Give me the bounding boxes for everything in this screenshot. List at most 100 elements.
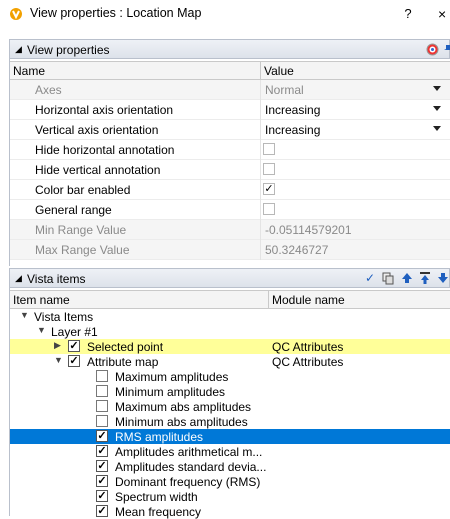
- property-row[interactable]: Horizontal axis orientation Increasing: [10, 100, 450, 120]
- tree-item[interactable]: ✓ Mean frequency: [10, 504, 450, 519]
- expand-right-icon[interactable]: ▶: [54, 340, 61, 351]
- property-label: Hide vertical annotation: [35, 163, 161, 177]
- tree-item[interactable]: Maximum abs amplitudes: [10, 399, 450, 414]
- tree-checkbox[interactable]: ✓: [96, 430, 108, 442]
- property-row: Axes Normal: [10, 80, 450, 100]
- property-dropdown-value: Normal: [265, 83, 304, 97]
- tree-item-label: Amplitudes standard devia...: [115, 460, 267, 474]
- tree-item[interactable]: Minimum abs amplitudes: [10, 414, 450, 429]
- dropdown-arrow-icon[interactable]: [433, 106, 441, 111]
- property-label: Min Range Value: [35, 223, 127, 237]
- tree-item-label: Layer #1: [51, 325, 98, 339]
- tree-item-label: Maximum abs amplitudes: [115, 400, 252, 414]
- property-row[interactable]: Color bar enabled ✓: [10, 180, 450, 200]
- window-title: View properties : Location Map: [30, 6, 202, 20]
- move-to-top-icon[interactable]: [418, 271, 432, 285]
- tree-item-label: Amplitudes arithmetical m...: [115, 445, 263, 459]
- tree-checkbox[interactable]: [96, 385, 108, 397]
- tree-item[interactable]: ▼ Vista Items: [10, 309, 450, 324]
- property-checkbox[interactable]: ✓: [263, 183, 275, 195]
- tree-item[interactable]: ▼ ✓ Attribute map QC Attributes: [10, 354, 450, 369]
- column-value: Value: [264, 64, 294, 78]
- tree-item-label: Dominant frequency (RMS): [115, 475, 261, 489]
- tree-item-label: Mean frequency: [115, 505, 202, 519]
- tree-checkbox[interactable]: ✓: [96, 445, 108, 457]
- expand-down-icon[interactable]: ▼: [20, 310, 29, 320]
- move-down-icon[interactable]: [436, 271, 450, 285]
- tree-checkbox[interactable]: ✓: [96, 490, 108, 502]
- pin-icon[interactable]: [444, 44, 450, 54]
- app-logo-icon: [10, 8, 22, 20]
- property-value: -0.05114579201: [265, 223, 352, 237]
- tree-item-label: Selected point: [87, 340, 164, 354]
- tree-checkbox[interactable]: ✓: [68, 355, 80, 367]
- tree-checkbox[interactable]: [96, 400, 108, 412]
- tree-item[interactable]: ✓ RMS amplitudes: [10, 429, 450, 444]
- property-label: General range: [35, 203, 112, 217]
- move-up-icon[interactable]: [400, 271, 414, 285]
- help-button[interactable]: ?: [398, 4, 418, 24]
- property-checkbox[interactable]: [263, 143, 275, 155]
- property-label: Color bar enabled: [35, 183, 131, 197]
- copy-icon[interactable]: [381, 271, 395, 285]
- column-item-name: Item name: [13, 293, 70, 307]
- title-bar: View properties : Location Map ? ×: [0, 0, 450, 28]
- column-name: Name: [13, 64, 46, 78]
- tree-checkbox[interactable]: [96, 370, 108, 382]
- vista-items-column-header: Item name Module name: [10, 290, 450, 309]
- property-label: Axes: [35, 83, 62, 97]
- tree-item-label: Minimum amplitudes: [115, 385, 226, 399]
- tree-item-module: QC Attributes: [272, 340, 344, 354]
- property-value: 50.3246727: [265, 243, 329, 257]
- tree-item-module: QC Attributes: [272, 355, 344, 369]
- properties-icon[interactable]: [426, 43, 439, 56]
- property-row[interactable]: Hide horizontal annotation: [10, 140, 450, 160]
- property-dropdown-value[interactable]: Increasing: [265, 103, 320, 117]
- tree-item[interactable]: ✓ Amplitudes arithmetical m...: [10, 444, 450, 459]
- view-properties-title: View properties: [27, 43, 110, 57]
- tree-checkbox[interactable]: [96, 415, 108, 427]
- vista-items-header[interactable]: ◢ Vista items ✓: [9, 268, 450, 288]
- tree-checkbox[interactable]: ✓: [68, 340, 80, 352]
- view-properties-column-header: Name Value: [10, 61, 450, 80]
- tree-item-label: Attribute map: [87, 355, 159, 369]
- property-label: Hide horizontal annotation: [35, 143, 175, 157]
- property-label: Horizontal axis orientation: [35, 103, 174, 117]
- property-label: Vertical axis orientation: [35, 123, 159, 137]
- check-all-icon[interactable]: ✓: [363, 271, 377, 285]
- tree-checkbox[interactable]: ✓: [96, 505, 108, 517]
- dropdown-arrow-icon[interactable]: [433, 86, 441, 91]
- property-row[interactable]: General range: [10, 200, 450, 220]
- property-row: Max Range Value 50.3246727: [10, 240, 450, 260]
- property-dropdown-value[interactable]: Increasing: [265, 123, 320, 137]
- tree-item-label: Minimum abs amplitudes: [115, 415, 248, 429]
- collapse-icon[interactable]: ◢: [15, 44, 22, 55]
- tree-checkbox[interactable]: ✓: [96, 475, 108, 487]
- vista-items-title: Vista items: [27, 272, 86, 286]
- expand-down-icon[interactable]: ▼: [54, 355, 63, 365]
- property-checkbox[interactable]: [263, 163, 275, 175]
- tree-item-label: Maximum amplitudes: [115, 370, 229, 384]
- tree-item[interactable]: ▶ ✓ Selected point QC Attributes: [10, 339, 450, 354]
- tree-item[interactable]: Maximum amplitudes: [10, 369, 450, 384]
- view-properties-header[interactable]: ◢ View properties: [9, 39, 450, 59]
- tree-checkbox[interactable]: ✓: [96, 460, 108, 472]
- tree-item[interactable]: Minimum amplitudes: [10, 384, 450, 399]
- tree-item-label: Spectrum width: [115, 490, 198, 504]
- tree-item[interactable]: ✓ Amplitudes standard devia...: [10, 459, 450, 474]
- property-checkbox[interactable]: [263, 203, 275, 215]
- close-button[interactable]: ×: [438, 4, 450, 24]
- property-row[interactable]: Vertical axis orientation Increasing: [10, 120, 450, 140]
- tree-item[interactable]: ▼ Layer #1: [10, 324, 450, 339]
- tree-item[interactable]: ✓ Spectrum width: [10, 489, 450, 504]
- property-row: Min Range Value -0.05114579201: [10, 220, 450, 240]
- property-row[interactable]: Hide vertical annotation: [10, 160, 450, 180]
- dropdown-arrow-icon[interactable]: [433, 126, 441, 131]
- tree-item-label: RMS amplitudes: [115, 430, 204, 444]
- property-label: Max Range Value: [35, 243, 130, 257]
- expand-down-icon[interactable]: ▼: [37, 325, 46, 335]
- tree-item[interactable]: ✓ Dominant frequency (RMS): [10, 474, 450, 489]
- column-module-name: Module name: [272, 293, 345, 307]
- collapse-icon[interactable]: ◢: [15, 273, 22, 284]
- tree-item-label: Vista Items: [34, 310, 94, 324]
